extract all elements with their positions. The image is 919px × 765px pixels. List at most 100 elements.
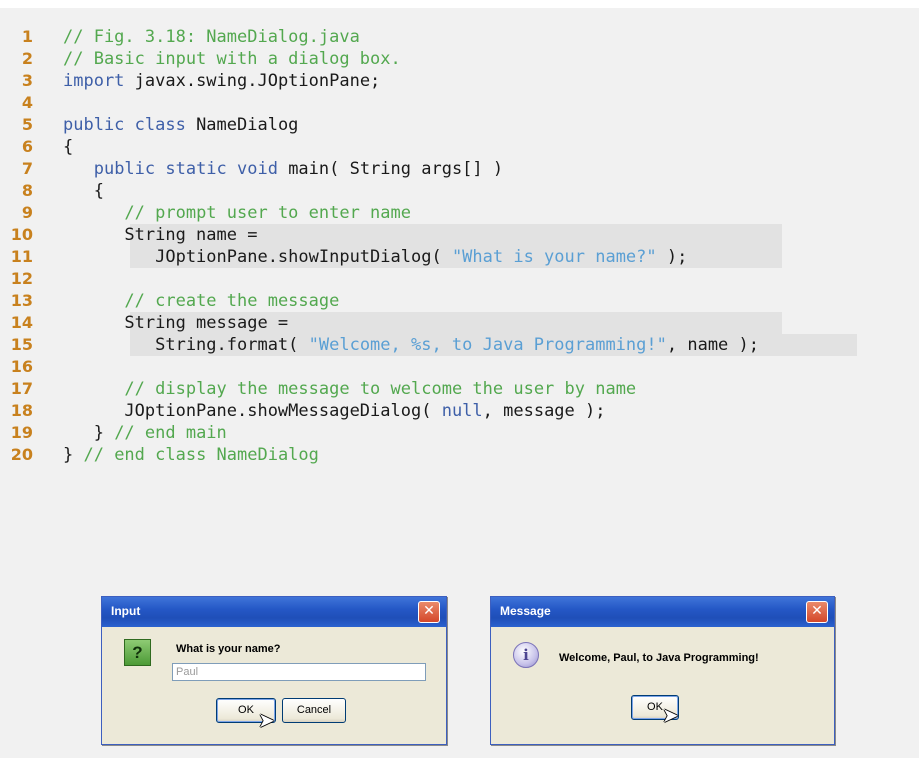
code-text: // Basic input with a dialog box.: [63, 48, 401, 70]
line-number: 2: [21, 49, 33, 68]
line-number: 18: [10, 401, 33, 420]
code-comment: // Fig. 3.18: NameDialog.java: [63, 27, 360, 47]
code-comment: // prompt user to enter name: [124, 203, 411, 223]
code-listing: 1 // Fig. 3.18: NameDialog.java 2 // Basic …: [0, 26, 919, 466]
code-line: 13 // create the message: [0, 290, 919, 312]
line-number: 7: [21, 159, 33, 178]
code-text: public static void main( String args[] ): [63, 158, 503, 180]
code-text: {: [63, 180, 104, 202]
question-icon: ?: [124, 639, 151, 666]
code-line: 4: [0, 92, 919, 114]
line-number: 1: [21, 27, 33, 46]
code-line: 17 // display the message to welcome the…: [0, 378, 919, 400]
code-text: // prompt user to enter name: [63, 202, 411, 224]
code-string: "Welcome, %s, to Java Programming!": [308, 335, 667, 355]
code-token: NameDialog: [185, 115, 299, 135]
dialog-titlebar[interactable]: Message ✕: [491, 597, 834, 627]
code-token: , message );: [482, 401, 606, 421]
welcome-message: Welcome, Paul, to Java Programming!: [559, 652, 759, 664]
line-number: 6: [21, 137, 33, 156]
code-token: }: [63, 423, 115, 443]
code-line: 19 } // end main: [0, 422, 919, 444]
code-line: 11 JOptionPane.showInputDialog( "What is…: [0, 246, 919, 268]
code-token: JOptionPane.showMessageDialog(: [63, 401, 442, 421]
line-number: 11: [10, 247, 33, 266]
code-token: , name );: [666, 335, 759, 355]
code-text: String.format( "Welcome, %s, to Java Pro…: [63, 334, 759, 356]
code-line: 6{: [0, 136, 919, 158]
code-text: // Fig. 3.18: NameDialog.java: [63, 26, 360, 48]
code-text: JOptionPane.showInputDialog( "What is yo…: [63, 246, 687, 268]
code-line: 10 String name =: [0, 224, 919, 246]
code-keyword: null: [441, 401, 483, 421]
code-line: 15 String.format( "Welcome, %s, to Java …: [0, 334, 919, 356]
dialog-title: Input: [111, 604, 141, 618]
code-token: );: [656, 247, 688, 267]
code-token: String name =: [63, 225, 258, 245]
code-text: {: [63, 136, 73, 158]
input-prompt: What is your name?: [176, 643, 281, 655]
code-line: 7 public static void main( String args[]…: [0, 158, 919, 180]
code-token: javax.swing.JOptionPane;: [124, 71, 381, 91]
close-icon[interactable]: ✕: [806, 601, 828, 623]
input-dialog: Input ✕ ? What is your name? Paul OK Can…: [101, 596, 447, 745]
line-number: 9: [21, 203, 33, 222]
code-comment: // end class NameDialog: [83, 445, 319, 465]
line-number: 5: [21, 115, 33, 134]
dialog-title: Message: [500, 604, 551, 618]
code-token: }: [63, 445, 84, 465]
code-token: main( String args[] ): [277, 159, 504, 179]
code-text: } // end main: [63, 422, 227, 444]
code-text: // create the message: [63, 290, 339, 312]
message-dialog: Message ✕ i Welcome, Paul, to Java Progr…: [490, 596, 835, 745]
line-number: 14: [10, 313, 33, 332]
code-token: String message =: [63, 313, 289, 333]
code-line: 8 {: [0, 180, 919, 202]
line-number: 12: [10, 269, 33, 288]
code-line: 20} // end class NameDialog: [0, 444, 919, 466]
line-number: 13: [10, 291, 33, 310]
code-line: 18 JOptionPane.showMessageDialog( null, …: [0, 400, 919, 422]
code-comment: // end main: [114, 423, 227, 443]
line-number: 8: [21, 181, 33, 200]
code-line: 1 // Fig. 3.18: NameDialog.java: [0, 26, 919, 48]
line-number: 20: [10, 445, 33, 464]
line-number: 3: [21, 71, 33, 90]
line-number: 17: [10, 379, 33, 398]
code-line: 16: [0, 356, 919, 378]
code-string: "What is your name?": [451, 247, 657, 267]
code-comment: // create the message: [124, 291, 340, 311]
code-token: {: [63, 137, 74, 157]
code-line: 2 // Basic input with a dialog box.: [0, 48, 919, 70]
code-comment: // Basic input with a dialog box.: [63, 49, 401, 69]
code-keyword: public static void: [93, 159, 278, 179]
code-token: JOptionPane.showInputDialog(: [63, 247, 452, 267]
code-text: // display the message to welcome the us…: [63, 378, 636, 400]
line-number: 16: [10, 357, 33, 376]
code-keyword: import: [63, 71, 125, 91]
mouse-pointer-icon: ➤: [258, 708, 275, 732]
code-line: 3 import javax.swing.JOptionPane;: [0, 70, 919, 92]
code-text: } // end class NameDialog: [63, 444, 319, 466]
close-icon[interactable]: ✕: [418, 601, 440, 623]
cancel-button[interactable]: Cancel: [282, 698, 346, 723]
code-line: 9 // prompt user to enter name: [0, 202, 919, 224]
name-input[interactable]: Paul: [172, 663, 426, 681]
code-text: String name =: [63, 224, 257, 246]
line-number: 4: [21, 93, 33, 112]
code-line: 12: [0, 268, 919, 290]
code-line: 5 public class NameDialog: [0, 114, 919, 136]
dialog-titlebar[interactable]: Input ✕: [102, 597, 446, 627]
line-number: 19: [10, 423, 33, 442]
code-text: import javax.swing.JOptionPane;: [63, 70, 380, 92]
line-number: 15: [10, 335, 33, 354]
code-token: {: [63, 181, 104, 201]
code-text: JOptionPane.showMessageDialog( null, mes…: [63, 400, 605, 422]
code-token: String.format(: [63, 335, 309, 355]
code-comment: // display the message to welcome the us…: [124, 379, 637, 399]
mouse-pointer-icon: ➤: [662, 703, 679, 727]
